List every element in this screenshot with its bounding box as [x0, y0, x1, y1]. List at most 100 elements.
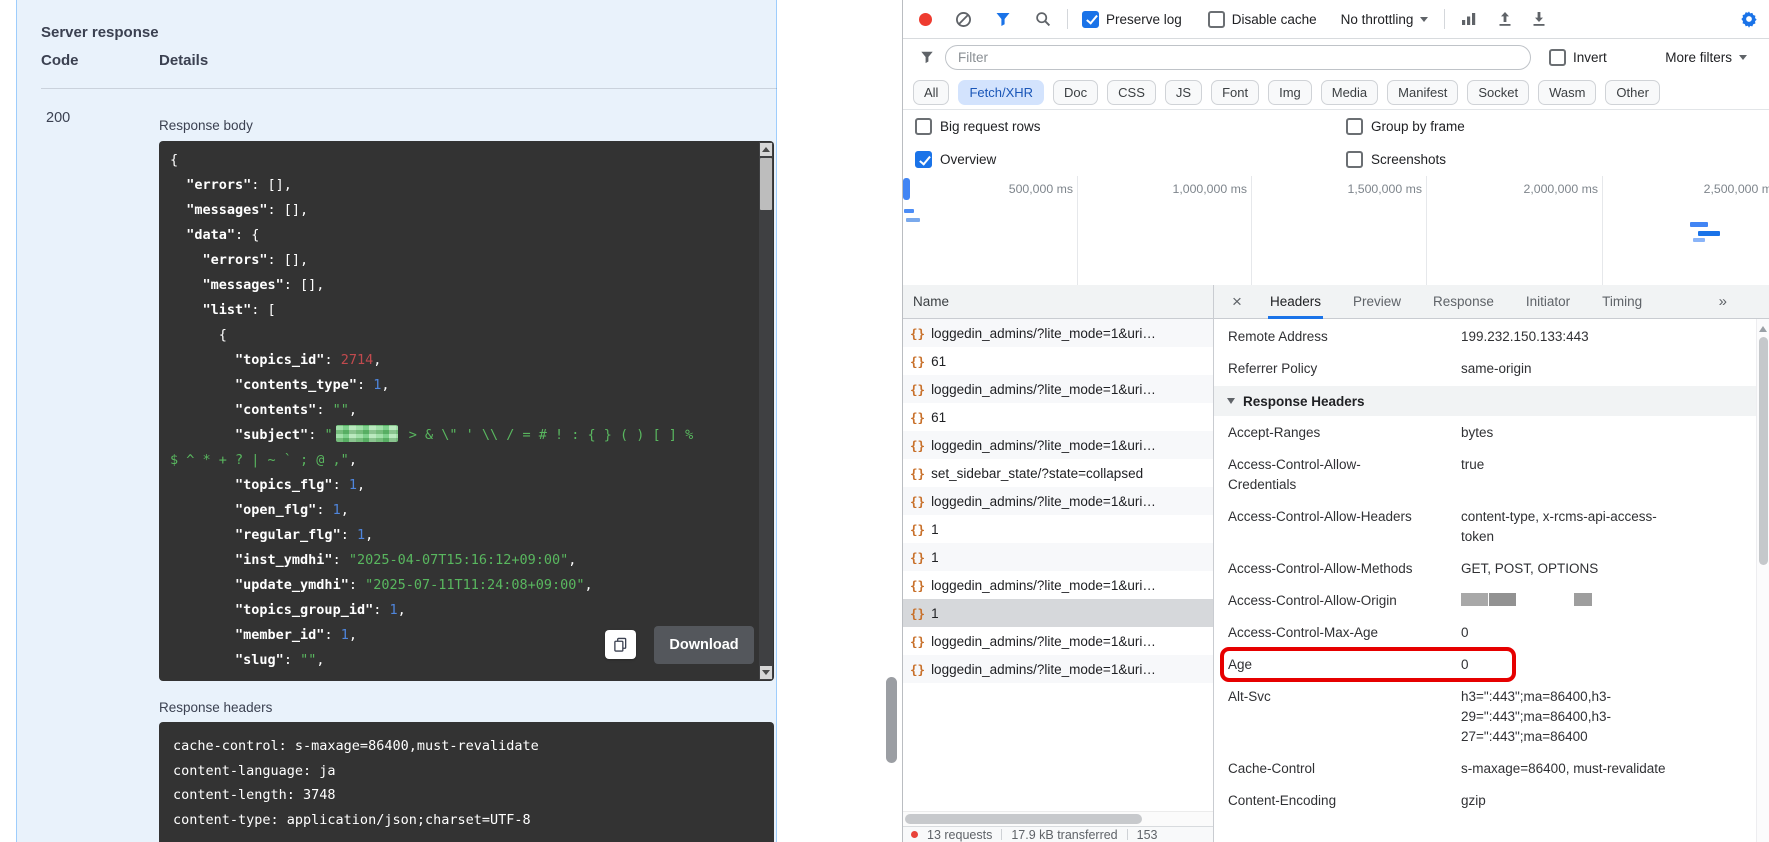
request-row[interactable]: {}loggedin_admins/?lite_mode=1&uri… — [903, 655, 1213, 683]
network-options-row-1: Big request rows Group by frame — [903, 110, 1769, 143]
overview-label[interactable]: Overview — [940, 152, 996, 167]
filter-chip-js[interactable]: JS — [1165, 80, 1202, 105]
scrollbar-thumb[interactable] — [760, 158, 772, 210]
response-headers-section-header[interactable]: Response Headers — [1214, 386, 1756, 416]
screenshots-checkbox[interactable] — [1346, 151, 1363, 168]
request-name: loggedin_admins/?lite_mode=1&uri… — [931, 326, 1156, 341]
big-request-rows-label[interactable]: Big request rows — [940, 119, 1041, 134]
code-scrollbar[interactable] — [759, 142, 773, 680]
request-name: loggedin_admins/?lite_mode=1&uri… — [931, 578, 1156, 593]
timeline-gridline — [1426, 176, 1427, 285]
code-line: "subject": " > & \" ' \\ / = # ! : { } (… — [170, 423, 748, 448]
header-value: h3=":443";ma=86400,h3-29=":443";ma=86400… — [1461, 687, 1673, 747]
disable-cache-label[interactable]: Disable cache — [1232, 12, 1317, 27]
horizontal-scrollbar-thumb[interactable] — [905, 814, 1142, 824]
network-overview-timeline[interactable]: 500,000 ms1,000,000 ms1,500,000 ms2,000,… — [903, 176, 1769, 286]
header-value: gzip — [1461, 791, 1673, 811]
settings-gear-icon — [1740, 10, 1758, 28]
preserve-log-label[interactable]: Preserve log — [1106, 12, 1182, 27]
overview-selection-handle[interactable] — [903, 178, 910, 200]
header-value — [1461, 591, 1673, 611]
request-row[interactable]: {}1 — [903, 543, 1213, 571]
filter-chip-fetch-xhr[interactable]: Fetch/XHR — [958, 80, 1044, 105]
request-row[interactable]: {}set_sidebar_state/?state=collapsed — [903, 459, 1213, 487]
throttling-select[interactable]: No throttling — [1341, 12, 1429, 27]
code-line: "contents": "", — [170, 398, 748, 423]
copy-to-clipboard-button[interactable] — [605, 630, 636, 659]
header-row: Access-Control-Allow-Origin — [1214, 585, 1756, 617]
screenshots-label[interactable]: Screenshots — [1371, 152, 1446, 167]
disable-cache-checkbox[interactable] — [1208, 11, 1225, 28]
filter-toggle-button[interactable] — [993, 9, 1013, 29]
tab-response[interactable]: Response — [1431, 285, 1496, 319]
filter-chip-other[interactable]: Other — [1605, 80, 1660, 105]
group-by-frame-label[interactable]: Group by frame — [1371, 119, 1465, 134]
request-row[interactable]: {}61 — [903, 347, 1213, 375]
details-scrollbar[interactable] — [1756, 319, 1769, 842]
request-row[interactable]: {}1 — [903, 599, 1213, 627]
download-button[interactable]: Download — [654, 626, 754, 664]
more-filters-button[interactable]: More filters — [1665, 50, 1747, 65]
header-value: bytes — [1461, 423, 1673, 443]
fetch-xhr-icon: {} — [910, 438, 925, 453]
big-request-rows-checkbox[interactable] — [915, 118, 932, 135]
resource-type-chips: All Fetch/XHR Doc CSS JS Font Img Media Manifest… — [903, 76, 1769, 110]
timeline-gridline — [1602, 176, 1603, 285]
filter-input[interactable] — [945, 45, 1531, 70]
filter-chip-media[interactable]: Media — [1321, 80, 1378, 105]
response-header-line: cache-control: s-maxage=86400,must-reval… — [173, 734, 760, 759]
filter-chip-img[interactable]: Img — [1268, 80, 1312, 105]
invert-checkbox[interactable] — [1549, 49, 1566, 66]
code-line: "messages": [], — [170, 273, 748, 298]
header-row: Access-Control-Allow-MethodsGET, POST, O… — [1214, 553, 1756, 585]
clear-network-log-button[interactable] — [953, 9, 973, 29]
page-scrollbar-thumb[interactable] — [886, 677, 897, 763]
filter-chip-font[interactable]: Font — [1211, 80, 1259, 105]
close-details-icon[interactable]: × — [1228, 292, 1246, 312]
filter-chip-css[interactable]: CSS — [1107, 80, 1156, 105]
request-row[interactable]: {}1 — [903, 515, 1213, 543]
group-by-frame-checkbox[interactable] — [1346, 118, 1363, 135]
status-code: 200 — [46, 110, 70, 126]
horizontal-scrollbar[interactable] — [903, 811, 1213, 826]
header-row: Content-Encodinggzip — [1214, 785, 1756, 817]
header-row: Age0 — [1214, 649, 1756, 681]
request-row[interactable]: {}loggedin_admins/?lite_mode=1&uri… — [903, 487, 1213, 515]
search-button[interactable] — [1033, 9, 1053, 29]
code-line: "list": [ — [170, 298, 748, 323]
filter-chip-socket[interactable]: Socket — [1467, 80, 1529, 105]
preserve-log-checkbox[interactable] — [1082, 11, 1099, 28]
request-row[interactable]: {}loggedin_admins/?lite_mode=1&uri… — [903, 571, 1213, 599]
filter-chip-all[interactable]: All — [913, 80, 949, 105]
network-conditions-button[interactable] — [1459, 9, 1479, 29]
collapse-triangle-icon — [1227, 398, 1235, 404]
tab-headers[interactable]: Headers — [1268, 285, 1323, 319]
overview-checkbox[interactable] — [915, 151, 932, 168]
tab-preview[interactable]: Preview — [1351, 285, 1403, 319]
response-body-code[interactable]: { "errors": [], "messages": [], "data": … — [159, 141, 774, 681]
request-row[interactable]: {}loggedin_admins/?lite_mode=1&uri… — [903, 319, 1213, 347]
chevron-down-icon — [1420, 17, 1428, 22]
page-scrollbar[interactable] — [884, 0, 899, 842]
filter-chip-doc[interactable]: Doc — [1053, 80, 1098, 105]
table-header-divider — [41, 88, 777, 89]
settings-button[interactable] — [1739, 9, 1759, 29]
request-row[interactable]: {}loggedin_admins/?lite_mode=1&uri… — [903, 375, 1213, 403]
scroll-down-button[interactable] — [760, 666, 772, 679]
filter-chip-manifest[interactable]: Manifest — [1387, 80, 1458, 105]
request-row[interactable]: {}61 — [903, 403, 1213, 431]
request-row[interactable]: {}loggedin_admins/?lite_mode=1&uri… — [903, 431, 1213, 459]
tab-initiator[interactable]: Initiator — [1524, 285, 1572, 319]
invert-label[interactable]: Invert — [1573, 50, 1607, 65]
scroll-up-button[interactable] — [760, 143, 772, 156]
export-har-button[interactable] — [1529, 9, 1549, 29]
import-har-button[interactable] — [1495, 9, 1515, 29]
request-row[interactable]: {}loggedin_admins/?lite_mode=1&uri… — [903, 627, 1213, 655]
record-network-log-button[interactable] — [915, 9, 935, 29]
tab-timing[interactable]: Timing — [1600, 285, 1644, 319]
details-scrollbar-thumb[interactable] — [1759, 337, 1768, 565]
name-column-header[interactable]: Name — [903, 285, 1213, 319]
filter-chip-wasm[interactable]: Wasm — [1538, 80, 1596, 105]
fetch-xhr-icon: {} — [910, 382, 925, 397]
more-tabs-icon[interactable]: » — [1719, 293, 1727, 310]
